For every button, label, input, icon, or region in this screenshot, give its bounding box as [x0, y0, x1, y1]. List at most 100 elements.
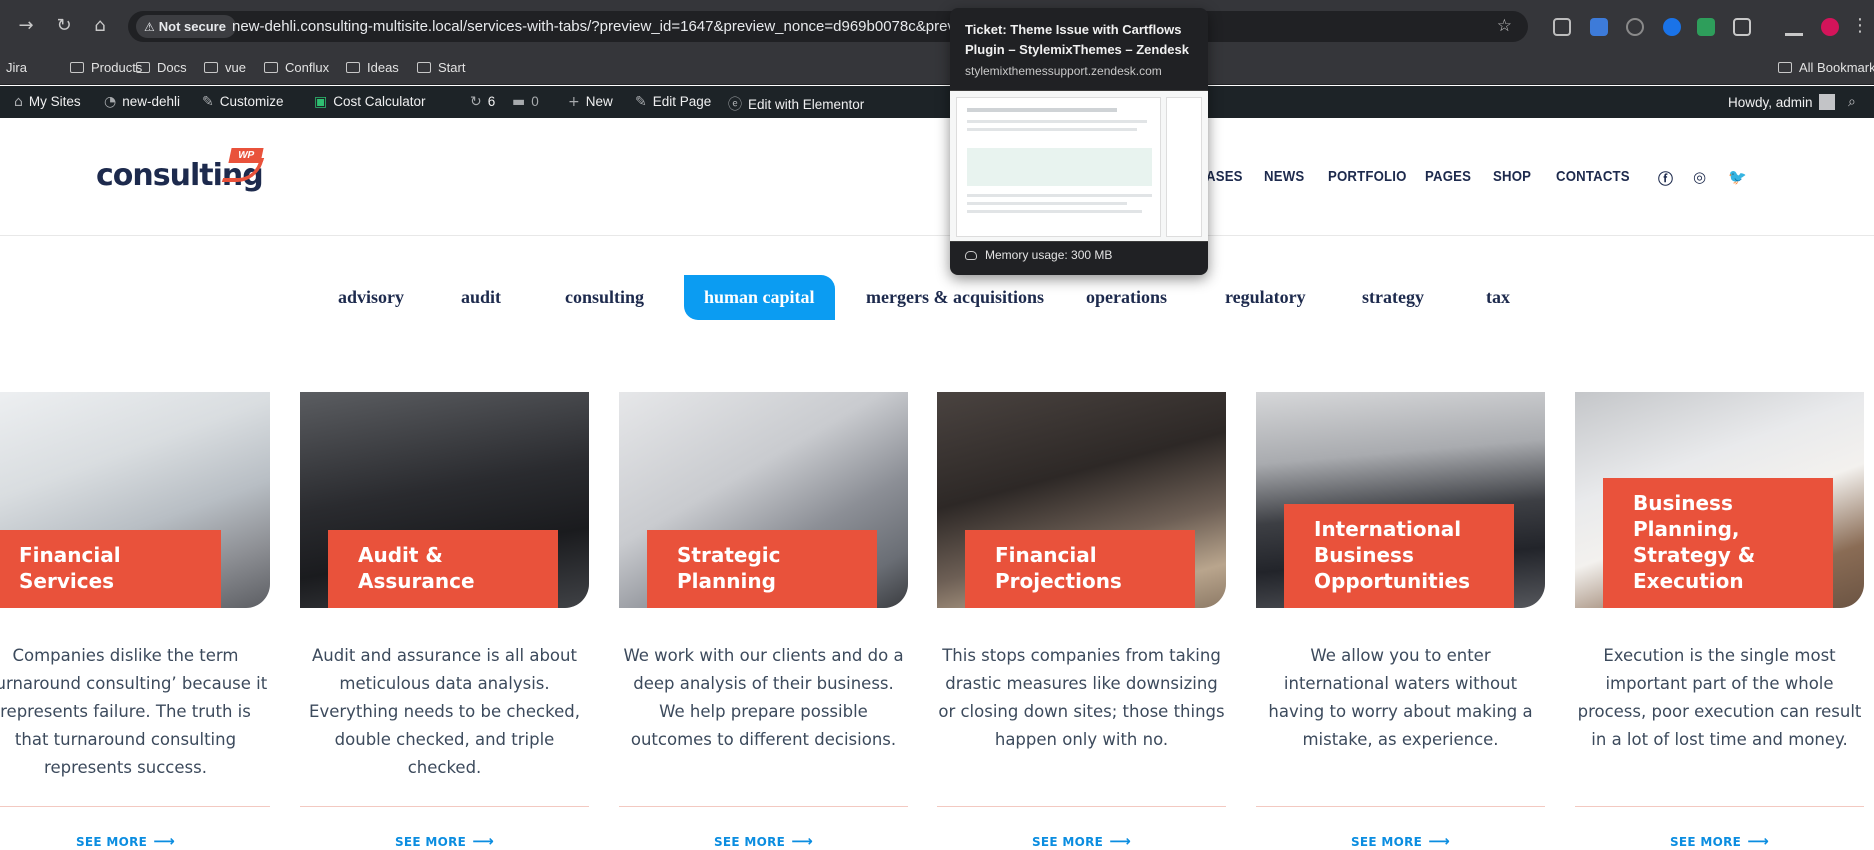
pencil-icon: ✎	[635, 94, 647, 110]
folder-icon	[417, 62, 431, 73]
my-sites-menu[interactable]: ⌂ My Sites	[14, 94, 81, 110]
tab-operations[interactable]: operations	[1066, 275, 1187, 320]
see-more-link[interactable]: SEE MORE ⟶	[0, 832, 270, 850]
dashboard-icon: ◔	[104, 94, 117, 110]
card-title[interactable]: Financial Services	[0, 530, 221, 608]
preview-line	[967, 120, 1147, 123]
comments-link[interactable]: ▬ 0	[512, 94, 539, 110]
card-description: Execution is the single most important p…	[1577, 646, 1862, 749]
cost-calculator-link[interactable]: ▣ Cost Calculator	[314, 94, 426, 110]
bookmark-conflux[interactable]: Conflux	[264, 60, 329, 75]
preview-block	[967, 148, 1152, 186]
bookmark-star-icon[interactable]: ☆	[1497, 16, 1512, 36]
arrow-right-icon: ⟶	[791, 832, 813, 850]
site-header: consulting WP ASES NEWS PORTFOLIO PAGES …	[0, 118, 1874, 236]
divider	[300, 806, 589, 807]
card-title[interactable]: Audit & Assurance	[328, 530, 558, 608]
address-bar[interactable]: ⚠ Not secure new-dehli.consulting-multisi…	[128, 11, 1528, 42]
preview-line	[967, 194, 1152, 197]
memory-usage: Memory usage: 300 MB	[965, 248, 1112, 262]
sync-extension-icon[interactable]	[1663, 18, 1681, 36]
tab-mergers-acquisitions[interactable]: mergers & acquisitions	[846, 275, 1064, 320]
instagram-icon[interactable]: ◎	[1693, 168, 1706, 186]
see-more-link[interactable]: SEE MORE ⟶	[1575, 832, 1864, 850]
divider	[619, 806, 908, 807]
tab-regulatory[interactable]: regulatory	[1205, 275, 1326, 320]
sites-icon: ⌂	[14, 94, 23, 110]
card-description: Audit and assurance is all about meticul…	[309, 646, 580, 777]
divider	[0, 806, 270, 807]
not-secure-badge[interactable]: ⚠ Not secure	[136, 15, 236, 38]
preview-sidebar	[1166, 97, 1202, 237]
all-bookmarks[interactable]: All Bookmarks	[1778, 60, 1874, 75]
card-description: Companies dislike the term ‘turnaround c…	[0, 646, 268, 777]
edit-elementor-link[interactable]: ⓔ Edit with Elementor	[728, 94, 864, 114]
download-icon[interactable]	[1785, 18, 1803, 36]
screen-recorder-extension-icon[interactable]	[1590, 18, 1608, 36]
divider	[937, 806, 1226, 807]
see-more-link[interactable]: SEE MORE ⟶	[619, 832, 908, 850]
url-text[interactable]: new-dehli.consulting-multisite.local/ser…	[232, 18, 952, 35]
see-more-link[interactable]: SEE MORE ⟶	[300, 832, 589, 850]
reload-icon[interactable]: ↻	[52, 14, 76, 38]
wp-extension-icon[interactable]	[1626, 18, 1644, 36]
see-more-link[interactable]: SEE MORE ⟶	[937, 832, 1226, 850]
arrow-right-icon: ⟶	[153, 832, 175, 850]
menu-item-portfolio[interactable]: PORTFOLIO	[1328, 168, 1407, 185]
menu-item-pages[interactable]: PAGES	[1425, 168, 1471, 185]
tab-tax[interactable]: tax	[1466, 275, 1530, 320]
tab-human-capital[interactable]: human capital	[684, 275, 835, 320]
bookmark-vue[interactable]: vue	[204, 60, 246, 75]
tab-hover-card: Ticket: Theme Issue with Cartflows Plugi…	[950, 8, 1208, 275]
search-icon[interactable]: ⌕	[1848, 94, 1862, 110]
camera-extension-icon[interactable]	[1553, 18, 1571, 36]
preview-line	[967, 202, 1127, 205]
edit-page-link[interactable]: ✎ Edit Page	[635, 94, 711, 110]
bookmark-jira[interactable]: Jira	[6, 60, 27, 75]
bookmark-start[interactable]: Start	[417, 60, 465, 75]
card-title[interactable]: International Business Opportunities	[1284, 504, 1514, 608]
account-menu[interactable]: Howdy, admin	[1728, 94, 1835, 110]
home-icon[interactable]: ⌂	[88, 14, 112, 38]
card-description: We allow you to enter international wate…	[1268, 646, 1533, 749]
avatar	[1818, 94, 1835, 110]
see-more-link[interactable]: SEE MORE ⟶	[1256, 832, 1545, 850]
plus-icon: +	[568, 94, 580, 110]
folder-icon	[346, 62, 360, 73]
forward-icon[interactable]: →	[14, 14, 38, 38]
elementor-icon: ⓔ	[728, 97, 742, 113]
tab-advisory[interactable]: advisory	[318, 275, 424, 320]
menu-item-cases[interactable]: ASES	[1206, 168, 1243, 185]
service-card: Financial Projections This stops compani…	[937, 392, 1226, 850]
customize-link[interactable]: ✎ Customize	[202, 94, 284, 110]
tab-audit[interactable]: audit	[441, 275, 521, 320]
updates-icon: ↻	[470, 94, 482, 110]
twitter-icon[interactable]: 🐦	[1728, 168, 1747, 186]
tooltip-domain: stylemixthemessupport.zendesk.com	[965, 64, 1162, 78]
bookmark-products[interactable]: Products	[70, 60, 142, 75]
menu-item-news[interactable]: NEWS	[1264, 168, 1304, 185]
browser-menu-icon[interactable]: ⋮	[1848, 14, 1872, 38]
service-card: Strategic Planning We work with our clie…	[619, 392, 908, 850]
extensions-puzzle-icon[interactable]	[1733, 18, 1751, 36]
sheets-extension-icon[interactable]	[1697, 18, 1715, 36]
wp-admin-bar: ⌂ My Sites ◔ new-dehli ✎ Customize ▣ Cost Ca…	[0, 86, 1874, 118]
tab-strategy[interactable]: strategy	[1342, 275, 1444, 320]
tab-consulting[interactable]: consulting	[545, 275, 664, 320]
menu-item-shop[interactable]: SHOP	[1493, 168, 1531, 185]
folder-icon	[264, 62, 278, 73]
profile-avatar[interactable]	[1821, 18, 1839, 36]
updates-link[interactable]: ↻ 6	[470, 94, 495, 110]
preview-line	[967, 108, 1117, 112]
card-title[interactable]: Financial Projections	[965, 530, 1195, 608]
site-name-menu[interactable]: ◔ new-dehli	[104, 94, 180, 110]
new-content-menu[interactable]: + New	[568, 94, 613, 110]
service-card: Financial Services Companies dislike the…	[0, 392, 270, 850]
bookmarks-bar: Jira Products Docs vue Conflux Ideas Sta…	[0, 52, 1874, 85]
card-title[interactable]: Business Planning, Strategy & Execution	[1603, 478, 1833, 608]
card-title[interactable]: Strategic Planning	[647, 530, 877, 608]
bookmark-docs[interactable]: Docs	[136, 60, 187, 75]
facebook-icon[interactable]: ⓕ	[1658, 168, 1673, 189]
bookmark-ideas[interactable]: Ideas	[346, 60, 399, 75]
menu-item-contacts[interactable]: CONTACTS	[1556, 168, 1630, 185]
